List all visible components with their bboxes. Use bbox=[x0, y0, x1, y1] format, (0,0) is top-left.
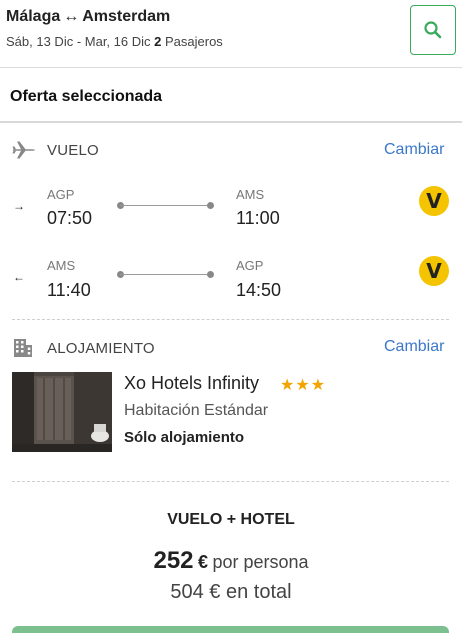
total-amount: 504 € bbox=[170, 581, 221, 603]
inbound-from-code: AMS bbox=[47, 258, 76, 273]
hotel-photo[interactable] bbox=[12, 372, 112, 452]
airline-logo-outbound: V bbox=[419, 186, 449, 216]
outbound-direction-icon: → bbox=[13, 199, 25, 213]
dashed-divider bbox=[12, 481, 449, 482]
outbound-end-dot bbox=[207, 202, 214, 209]
price-amount: 252 bbox=[153, 547, 194, 574]
hotel-building-icon bbox=[14, 339, 32, 357]
plane-icon bbox=[12, 141, 35, 159]
change-hotel-link[interactable]: Cambiar bbox=[384, 338, 444, 356]
search-button[interactable] bbox=[410, 5, 456, 55]
dashed-divider bbox=[12, 319, 449, 320]
package-title: VUELO + HOTEL bbox=[167, 511, 295, 528]
roundtrip-arrow: ↔ bbox=[63, 8, 80, 25]
route-title: Málaga ↔ Amsterdam bbox=[6, 8, 170, 26]
inbound-depart-time: 11:40 bbox=[47, 280, 91, 300]
board-type: Sólo alojamiento bbox=[124, 429, 245, 446]
destination-city: Amsterdam bbox=[82, 8, 171, 25]
continue-button[interactable] bbox=[12, 626, 449, 633]
outbound-to-code: AMS bbox=[236, 187, 265, 202]
price-currency: € bbox=[197, 552, 208, 572]
search-icon bbox=[424, 21, 442, 39]
price-total: 504 € en total bbox=[0, 581, 462, 604]
outbound-from-code: AGP bbox=[47, 187, 75, 202]
hotel-name[interactable]: Xo Hotels Infinity bbox=[124, 373, 259, 394]
price-per-person: 252 € por persona bbox=[0, 547, 462, 575]
hotel-bathroom-image bbox=[12, 372, 112, 452]
change-flight-link[interactable]: Cambiar bbox=[384, 141, 444, 159]
inbound-arrive-time: 14:50 bbox=[236, 280, 282, 300]
total-label: en total bbox=[226, 581, 292, 603]
inbound-route-line bbox=[120, 274, 210, 275]
outbound-arrive-time: 11:00 bbox=[236, 208, 280, 228]
accommodation-section-label: ALOJAMIENTO bbox=[47, 340, 155, 357]
passenger-count: 2 bbox=[154, 34, 162, 49]
search-summary-header: Málaga ↔ Amsterdam Sáb, 13 Dic - Mar, 16 D… bbox=[0, 0, 462, 68]
trip-details: Sáb, 13 Dic - Mar, 16 Dic 2 Pasajeros bbox=[6, 34, 223, 49]
offer-title: Oferta seleccionada bbox=[10, 88, 163, 105]
section-divider bbox=[0, 121, 462, 123]
outbound-route-line bbox=[120, 205, 210, 206]
passenger-label: Pasajeros bbox=[164, 34, 223, 49]
origin-city: Málaga bbox=[6, 8, 61, 25]
per-person-label: por persona bbox=[212, 552, 309, 572]
flight-section-label: VUELO bbox=[47, 142, 99, 159]
inbound-to-code: AGP bbox=[236, 258, 264, 273]
trip-dates: Sáb, 13 Dic - Mar, 16 Dic bbox=[6, 34, 151, 49]
inbound-end-dot bbox=[207, 271, 214, 278]
hotel-stars-rating: ★★★ bbox=[280, 377, 327, 394]
inbound-direction-icon: ← bbox=[13, 270, 25, 284]
airline-logo-inbound: V bbox=[419, 256, 449, 286]
room-type: Habitación Estándar bbox=[124, 402, 269, 419]
outbound-depart-time: 07:50 bbox=[47, 208, 93, 228]
